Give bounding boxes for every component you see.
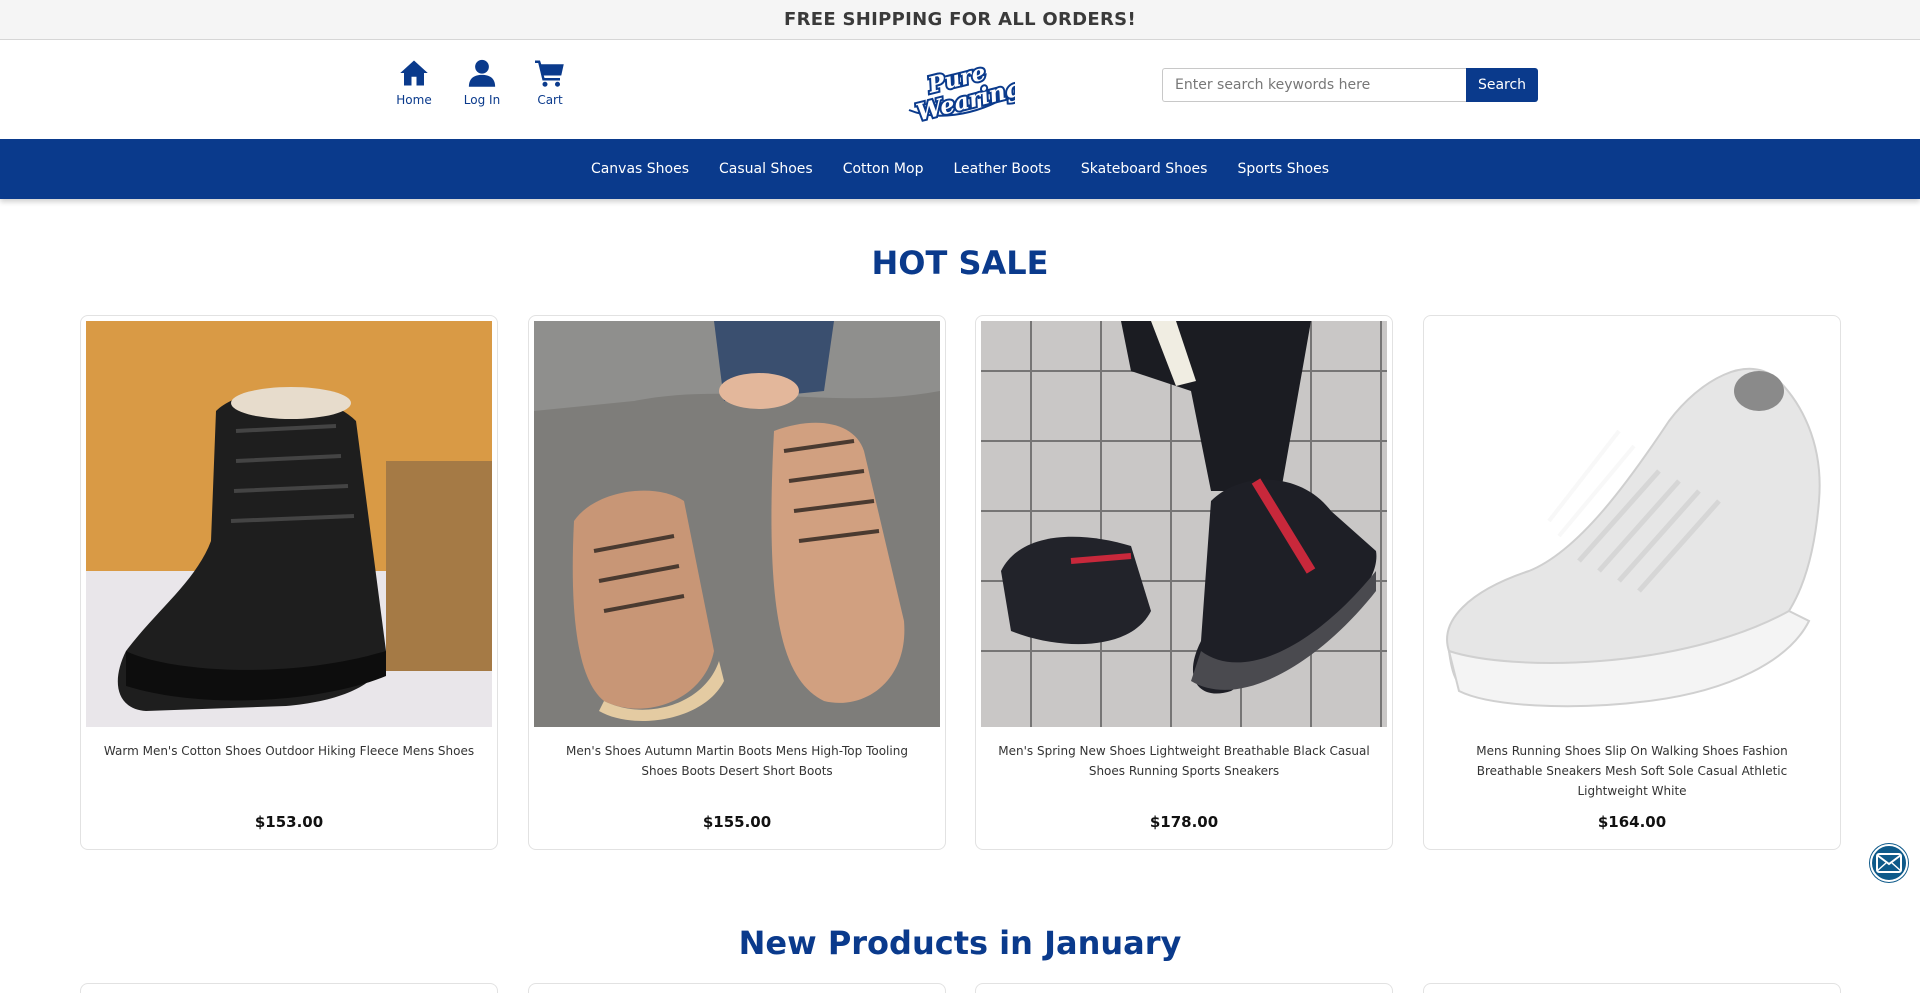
product-price: $164.00 <box>1597 813 1667 831</box>
product-card[interactable]: Warm Men's Cotton Shoes Outdoor Hiking F… <box>80 315 498 850</box>
category-skateboard-shoes[interactable]: Skateboard Shoes <box>1081 161 1208 177</box>
product-image[interactable] <box>86 321 492 727</box>
product-price: $155.00 <box>702 813 772 831</box>
product-image[interactable] <box>981 321 1387 727</box>
product-name[interactable]: Mens Running Shoes Slip On Walking Shoes… <box>1444 741 1820 801</box>
product-image[interactable] <box>534 321 940 727</box>
login-link[interactable]: Log In <box>448 58 516 107</box>
product-card-partial[interactable] <box>528 983 946 993</box>
hot-sale-products: Warm Men's Cotton Shoes Outdoor Hiking F… <box>0 315 1920 850</box>
product-card-partial[interactable] <box>80 983 498 993</box>
product-price: $178.00 <box>1149 813 1219 831</box>
product-price: $153.00 <box>254 813 324 831</box>
new-products-row <box>0 983 1920 993</box>
product-name[interactable]: Warm Men's Cotton Shoes Outdoor Hiking F… <box>101 741 477 761</box>
search-button[interactable]: Search <box>1466 68 1538 102</box>
product-name[interactable]: Men's Shoes Autumn Martin Boots Mens Hig… <box>549 741 925 781</box>
category-cotton-mop[interactable]: Cotton Mop <box>843 161 924 177</box>
home-icon <box>400 60 428 86</box>
search-input[interactable] <box>1162 68 1466 102</box>
cart-label: Cart <box>537 93 563 107</box>
home-label: Home <box>396 93 432 107</box>
site-logo[interactable]: Pure Wearing <box>903 62 1015 124</box>
announcement-text: FREE SHIPPING FOR ALL ORDERS! <box>784 9 1136 30</box>
category-sports-shoes[interactable]: Sports Shoes <box>1237 161 1329 177</box>
search-bar: Search <box>1162 68 1538 102</box>
category-canvas-shoes[interactable]: Canvas Shoes <box>591 161 689 177</box>
mail-icon <box>1876 853 1902 873</box>
login-label: Log In <box>463 93 501 107</box>
hot-sale-title: HOT SALE <box>871 244 1049 282</box>
site-header: Home Log In Cart Pure Wearing Search <box>0 40 1920 139</box>
product-card-partial[interactable] <box>975 983 1393 993</box>
product-card[interactable]: Men's Shoes Autumn Martin Boots Mens Hig… <box>528 315 946 850</box>
product-card[interactable]: Men's Spring New Shoes Lightweight Breat… <box>975 315 1393 850</box>
user-icon <box>468 59 496 87</box>
cart-link[interactable]: Cart <box>516 58 584 107</box>
product-card-partial[interactable] <box>1423 983 1841 993</box>
new-products-title: New Products in January <box>738 924 1182 962</box>
contact-mail-button[interactable] <box>1870 844 1908 882</box>
category-casual-shoes[interactable]: Casual Shoes <box>719 161 813 177</box>
home-link[interactable]: Home <box>380 58 448 107</box>
category-leather-boots[interactable]: Leather Boots <box>953 161 1050 177</box>
header-nav: Home Log In Cart <box>380 58 584 107</box>
product-name[interactable]: Men's Spring New Shoes Lightweight Breat… <box>996 741 1372 781</box>
cart-icon <box>535 60 564 87</box>
product-image[interactable] <box>1429 321 1835 727</box>
category-menu: Canvas Shoes Casual Shoes Cotton Mop Lea… <box>0 139 1920 199</box>
product-card[interactable]: Mens Running Shoes Slip On Walking Shoes… <box>1423 315 1841 850</box>
announcement-bar: FREE SHIPPING FOR ALL ORDERS! <box>0 0 1920 40</box>
